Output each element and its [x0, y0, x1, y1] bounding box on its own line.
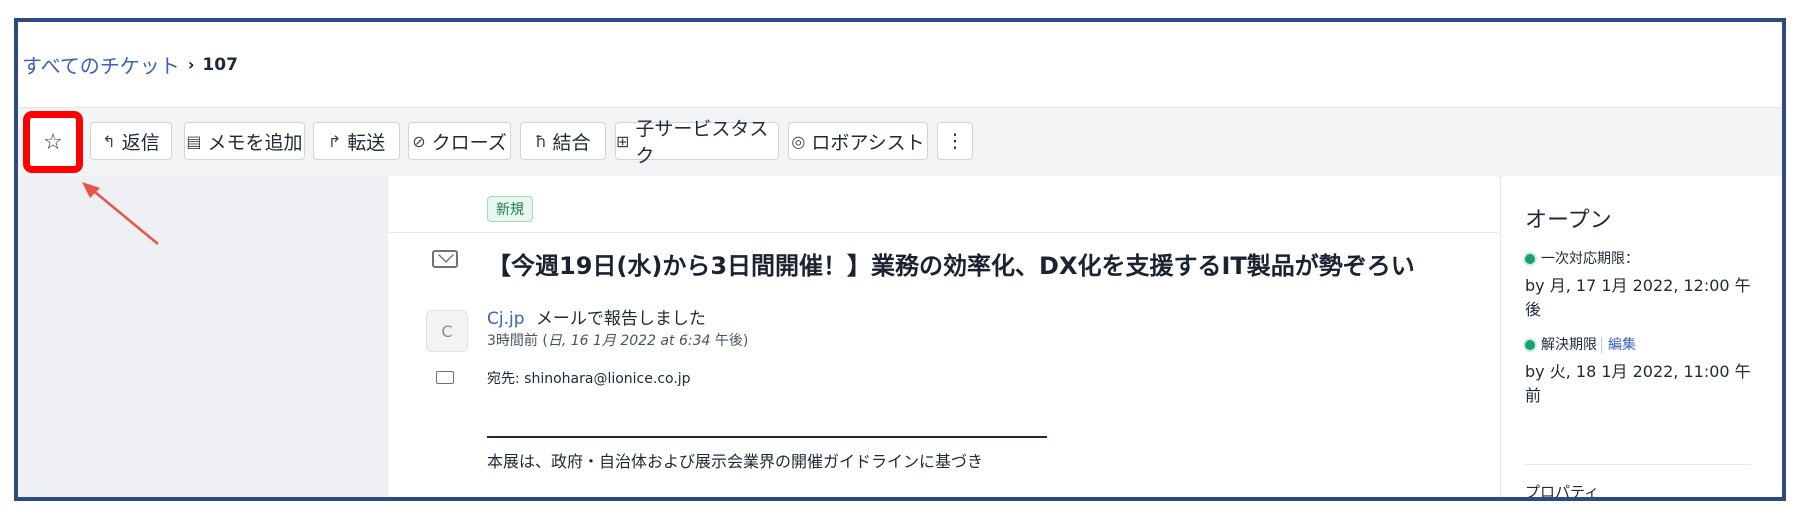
app-frame: すべてのチケット › 107 ☆ ↰ 返信 ▤ メモを追加 ↱ 転送 ⊘ クロー… [14, 18, 1786, 501]
forward-icon: ↱ [327, 131, 342, 151]
avatar: C [426, 310, 468, 352]
ticket-toolbar: ☆ ↰ 返信 ▤ メモを追加 ↱ 転送 ⊘ クローズ ħ 結合 ⊞ 子サービスタ… [18, 107, 1782, 177]
forward-label: 転送 [347, 131, 386, 154]
timestamp: 3時間前 (日, 16 1月 2022 at 6:34 午後) [487, 330, 748, 350]
note-icon: ▤ [186, 131, 202, 151]
annotation-arrow-icon [82, 182, 159, 245]
left-pane [18, 176, 388, 497]
properties-heading: プロパティ [1525, 483, 1600, 501]
recipient-line: 宛先: shinohara@lionice.co.jp [487, 371, 691, 387]
resolution-due: by 火, 18 1月 2022, 11:00 午前 [1525, 362, 1751, 405]
star-button[interactable]: ☆ [23, 111, 83, 173]
breadcrumb-separator: › [187, 55, 195, 74]
sender-line: Cj.jp メールで報告しました [487, 304, 706, 329]
close-label: クローズ [431, 131, 507, 154]
sender-action: メールで報告しました [535, 309, 706, 329]
first-response-due: by 月, 17 1月 2022, 12:00 午後 [1525, 276, 1751, 319]
first-response-label: 一次対応期限： [1525, 248, 1639, 268]
resolution-label: 解決期限 編集 [1525, 334, 1636, 354]
time-prefix: 3時間前 ( [487, 333, 548, 349]
time-date: 日, 16 1月 2022 at 6:34 [547, 333, 711, 349]
merge-label: 結合 [552, 131, 591, 154]
merge-icon: ħ [535, 131, 547, 151]
star-icon: ☆ [43, 129, 63, 155]
ticket-status: オープン [1525, 208, 1612, 233]
child-task-button[interactable]: ⊞ 子サービスタスク [615, 118, 779, 167]
add-box-icon: ⊞ [616, 131, 630, 151]
more-options-button[interactable]: ⋮ [937, 122, 973, 160]
body-rule [487, 436, 1047, 438]
ticket-conversation: 新規 【今週19日(水)から3日間開催！】業務の効率化、DX化を支援するIT製品… [388, 176, 1498, 497]
ticket-subject: 【今週19日(水)から3日間開催！】業務の効率化、DX化を支援するIT製品が勢ぞ… [487, 252, 1415, 280]
reply-label: 返信 [121, 131, 160, 154]
status-dot-icon [1525, 254, 1535, 264]
message-body: 本展は、政府・自治体および展示会業界の開催ガイドラインに基づき [487, 452, 984, 471]
resolution-edit-link[interactable]: 編集 [1601, 337, 1636, 353]
breadcrumb: すべてのチケット › 107 [22, 50, 238, 79]
status-badge: 新規 [487, 196, 533, 222]
add-note-label: メモを追加 [207, 131, 303, 154]
child-task-label: 子サービスタスク [635, 118, 769, 167]
merge-button[interactable]: ħ 結合 [520, 122, 606, 160]
envelope-icon [432, 250, 458, 268]
close-ticket-button[interactable]: ⊘ クローズ [408, 122, 511, 160]
robo-assist-button[interactable]: ◎ ロボアシスト [788, 122, 928, 160]
reply-icon: ↰ [102, 131, 116, 151]
divider [388, 232, 1498, 233]
divider [1525, 464, 1751, 465]
recipient-envelope-icon [436, 371, 454, 384]
breadcrumb-ticket-id: 107 [202, 54, 238, 75]
time-suffix: 午後) [714, 333, 749, 349]
reply-button[interactable]: ↰ 返信 [90, 122, 172, 160]
check-circle-icon: ⊘ [412, 131, 426, 151]
breadcrumb-all-tickets-link[interactable]: すべてのチケット [22, 50, 180, 79]
forward-button[interactable]: ↱ 転送 [313, 122, 400, 160]
robo-assist-icon: ◎ [791, 131, 806, 151]
robo-assist-label: ロボアシスト [811, 131, 925, 154]
properties-sidebar: オープン 一次対応期限： by 月, 17 1月 2022, 12:00 午後 … [1500, 176, 1782, 501]
status-dot-icon [1525, 340, 1535, 350]
add-note-button[interactable]: ▤ メモを追加 [184, 122, 305, 160]
more-icon: ⋮ [945, 130, 965, 152]
sender-name-link[interactable]: Cj.jp [487, 309, 525, 329]
